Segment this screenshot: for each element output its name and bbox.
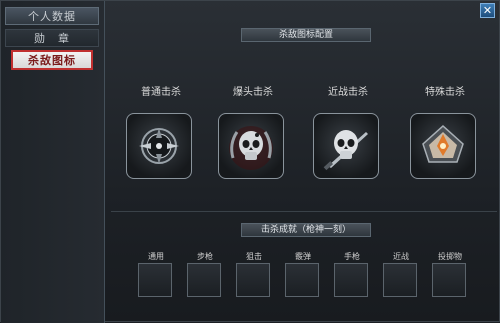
sidebar-item-medals[interactable]: 勋 章 bbox=[5, 29, 99, 47]
close-icon: ✕ bbox=[482, 4, 493, 17]
achievement-label: 手枪 bbox=[344, 252, 360, 261]
achievement-slot[interactable] bbox=[187, 263, 221, 297]
section-divider bbox=[111, 211, 497, 212]
kill-type-label: 普通击杀 bbox=[141, 87, 181, 98]
sidebar-item-kill-icons[interactable]: 杀敌图标 bbox=[11, 50, 93, 70]
achievement-label: 步枪 bbox=[197, 252, 213, 261]
sidebar-item-personal-data[interactable]: 个人数据 bbox=[5, 7, 99, 25]
achievement-slot[interactable] bbox=[334, 263, 368, 297]
kill-type-label: 爆头击杀 bbox=[233, 87, 273, 98]
kill-type-label: 特殊击杀 bbox=[425, 87, 465, 98]
skull-knife-icon bbox=[323, 130, 368, 171]
close-button[interactable]: ✕ bbox=[480, 3, 495, 18]
achievement-slot[interactable] bbox=[432, 263, 466, 297]
achievement-slot[interactable] bbox=[285, 263, 319, 297]
achievement-label: 狙击 bbox=[246, 252, 262, 261]
skull-laurel-icon bbox=[229, 126, 273, 170]
kill-icon-slot-special[interactable] bbox=[410, 113, 476, 179]
achievement-slot[interactable] bbox=[236, 263, 270, 297]
achievement-slot[interactable] bbox=[138, 263, 172, 297]
achievement-label: 近战 bbox=[393, 252, 409, 261]
achievement-label: 通用 bbox=[148, 252, 164, 261]
kill-type-label: 近战击杀 bbox=[328, 87, 368, 98]
achievement-slot[interactable] bbox=[383, 263, 417, 297]
grenade-emblem-icon bbox=[422, 124, 464, 163]
achievements-section-title: 击杀成就（枪神一刻） bbox=[241, 223, 371, 237]
kill-icons-section-title: 杀敌图标配置 bbox=[241, 28, 371, 42]
crosshair-emblem-icon bbox=[139, 128, 179, 164]
kill-icon-settings-window: 个人数据 勋 章 杀敌图标 ✕ 杀敌图标配置 普通击杀 爆头击杀 近战击杀 特殊… bbox=[0, 0, 500, 323]
sidebar: 个人数据 勋 章 杀敌图标 bbox=[1, 1, 105, 323]
achievement-label: 霰弹 bbox=[295, 252, 311, 261]
kill-icon-slot-melee[interactable] bbox=[313, 113, 379, 179]
kill-icon-slot-headshot[interactable] bbox=[218, 113, 284, 179]
achievement-label: 投掷物 bbox=[438, 252, 462, 261]
kill-icon-slot-normal[interactable] bbox=[126, 113, 192, 179]
